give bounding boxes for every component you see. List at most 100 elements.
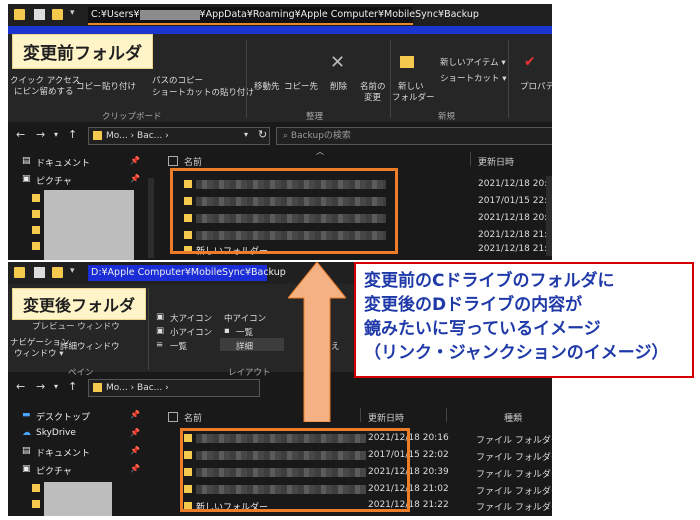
select-all-checkbox[interactable] [168, 412, 178, 422]
file-type: ファイル フォルダー [476, 487, 552, 497]
dropdown-icon[interactable]: ▾ [70, 8, 81, 19]
callout-line: 変更前のCドライブのフォルダに [364, 271, 615, 291]
new-item-button[interactable]: 新しいアイテム ▾ [440, 56, 506, 68]
callout-line: 鏡みたいに写っているイメージ [364, 319, 601, 339]
file-date: 2021/12/18 21:02 [478, 230, 552, 240]
history-dropdown-icon[interactable]: ▾ [54, 382, 58, 391]
title-bar: ▾ C:¥Users¥ ¥AppData¥Roaming¥Apple Comput… [8, 4, 552, 26]
list-view[interactable]: 一覧 [236, 326, 253, 338]
refresh-icon[interactable]: ↻ [258, 128, 267, 141]
medium-icons-view[interactable]: 中アイコン [224, 312, 266, 324]
search-icon: ⌕ [283, 131, 289, 141]
nav-item-desktop[interactable]: デスクトップ [36, 410, 90, 423]
nav-item-pictures[interactable]: ピクチャ [36, 464, 72, 477]
file-date: 2021/12/18 20:39 [478, 213, 552, 223]
small-icons-view[interactable]: 小アイコン [170, 326, 212, 338]
forward-icon[interactable]: → [36, 380, 45, 393]
divider [446, 408, 447, 422]
column-header-date[interactable]: 更新日時 [368, 411, 404, 424]
redacted-username [139, 9, 200, 20]
back-icon[interactable]: ← [16, 380, 25, 393]
documents-icon: ▤ [22, 446, 31, 456]
address-dropdown-icon[interactable]: ▾ [244, 130, 248, 139]
pin-icon[interactable]: 📌 [130, 446, 140, 455]
dropdown-icon[interactable]: ▾ [70, 266, 81, 277]
properties-icon[interactable] [34, 267, 45, 278]
navigation-pane: ▤ ドキュメント 📌 ▣ ピクチャ 📌 [8, 148, 158, 260]
callout-line: 変更後のDドライブの内容が [364, 295, 583, 315]
up-icon[interactable]: ↑ [68, 128, 77, 141]
desktop-icon: ▬ [22, 410, 31, 420]
divider [470, 152, 471, 166]
redacted-folders [44, 482, 112, 516]
column-header-name[interactable]: 名前 [184, 411, 202, 424]
new-folder-icon[interactable] [52, 267, 63, 278]
large-icons-view[interactable]: 大アイコン [170, 312, 212, 324]
column-header-name[interactable]: 名前 [184, 155, 202, 168]
navigation-bar: ← → ▾ ↑ Mo... › Bac... › ▾ ↻ ⌕ Backupの検索 [8, 124, 552, 146]
redacted-folders [44, 190, 134, 260]
new-folder-icon[interactable] [52, 9, 63, 20]
pin-icon[interactable]: 📌 [130, 156, 140, 165]
pin-icon[interactable]: 📌 [130, 428, 140, 437]
properties-icon[interactable] [34, 9, 45, 20]
file-type: ファイル フォルダー [476, 470, 552, 480]
up-icon[interactable]: ↑ [68, 380, 77, 393]
search-input[interactable]: ⌕ Backupの検索 [276, 127, 552, 145]
history-dropdown-icon[interactable]: ▾ [54, 130, 58, 139]
nav-item-pictures[interactable]: ピクチャ [36, 174, 72, 187]
pin-icon[interactable]: 📌 [130, 464, 140, 473]
pin-icon[interactable]: 📌 [130, 174, 140, 183]
path-title: C:¥Users¥ ¥AppData¥Roaming¥Apple Computer… [88, 7, 479, 25]
divider [360, 408, 361, 422]
path-title: D:¥Apple Computer¥MobileSync¥Backup [88, 265, 286, 281]
copy-path-button[interactable]: パスのコピー [152, 74, 203, 86]
nav-item-documents[interactable]: ドキュメント [36, 446, 90, 459]
before-files-highlight [170, 168, 398, 254]
forward-icon[interactable]: → [36, 128, 45, 141]
select-all-checkbox[interactable] [168, 156, 178, 166]
list-icon: ≡ [156, 340, 164, 350]
scrollbar[interactable] [546, 176, 552, 256]
file-date: 2021/12/18 21:22 [478, 244, 552, 254]
explanation-callout: 変更前のCドライブのフォルダに 変更後のDドライブの内容が 鏡みたいに写っている… [354, 262, 694, 378]
column-header-type[interactable]: 種類 [504, 411, 522, 424]
divider [246, 40, 247, 118]
after-files-highlight [180, 428, 410, 512]
pin-icon[interactable]: 📌 [130, 410, 140, 419]
address-bar[interactable]: Mo... › Bac... › [88, 127, 270, 145]
nav-item-skydrive[interactable]: SkyDrive [36, 428, 76, 438]
paste-shortcut-button[interactable]: ショートカットの貼り付け [152, 86, 254, 98]
folder-icon [32, 500, 40, 508]
move-to-button[interactable]: 移動先 [254, 80, 280, 92]
title-strip [8, 26, 552, 34]
divider [508, 40, 509, 118]
file-date: 2021/12/18 20:16 [478, 179, 552, 189]
back-icon[interactable]: ← [16, 128, 25, 141]
paste-button[interactable]: 貼り付け [102, 80, 136, 92]
details-pane-button[interactable]: 詳細ウィンドウ [60, 340, 120, 352]
copy-to-button[interactable]: コピー先 [284, 80, 318, 92]
delete-button[interactable]: 削除 [330, 80, 347, 92]
navigation-pane-label: ウィンドウ ▾ [14, 349, 64, 359]
details-view[interactable]: 詳細 [236, 340, 253, 352]
search-placeholder: Backupの検索 [290, 131, 351, 141]
pin-label: にピン留めする [14, 87, 74, 97]
properties-button[interactable]: プロパティ [520, 80, 552, 92]
folder-icon [32, 484, 40, 492]
shortcut-button[interactable]: ショートカット ▾ [440, 72, 506, 84]
scrollbar[interactable] [148, 178, 154, 258]
preview-pane-button[interactable]: プレビュー ウィンドウ [32, 320, 120, 332]
nav-item-documents[interactable]: ドキュメント [36, 156, 90, 169]
properties-check-icon: ✔ [524, 54, 536, 70]
navigation-bar: ← → ▾ ↑ Mo... › Bac... › [8, 376, 552, 398]
large-icon: ▣ [156, 312, 165, 322]
copy-button[interactable]: コピー [76, 80, 102, 92]
list-view[interactable]: 一覧 [170, 340, 187, 352]
column-header-date[interactable]: 更新日時 [478, 155, 514, 168]
new-folder-label: フォルダー [392, 93, 435, 103]
file-type: ファイル フォルダー [476, 503, 552, 513]
pictures-icon: ▣ [22, 464, 31, 474]
file-type: ファイル フォルダー [476, 453, 552, 463]
address-bar[interactable]: Mo... › Bac... › [88, 379, 260, 397]
